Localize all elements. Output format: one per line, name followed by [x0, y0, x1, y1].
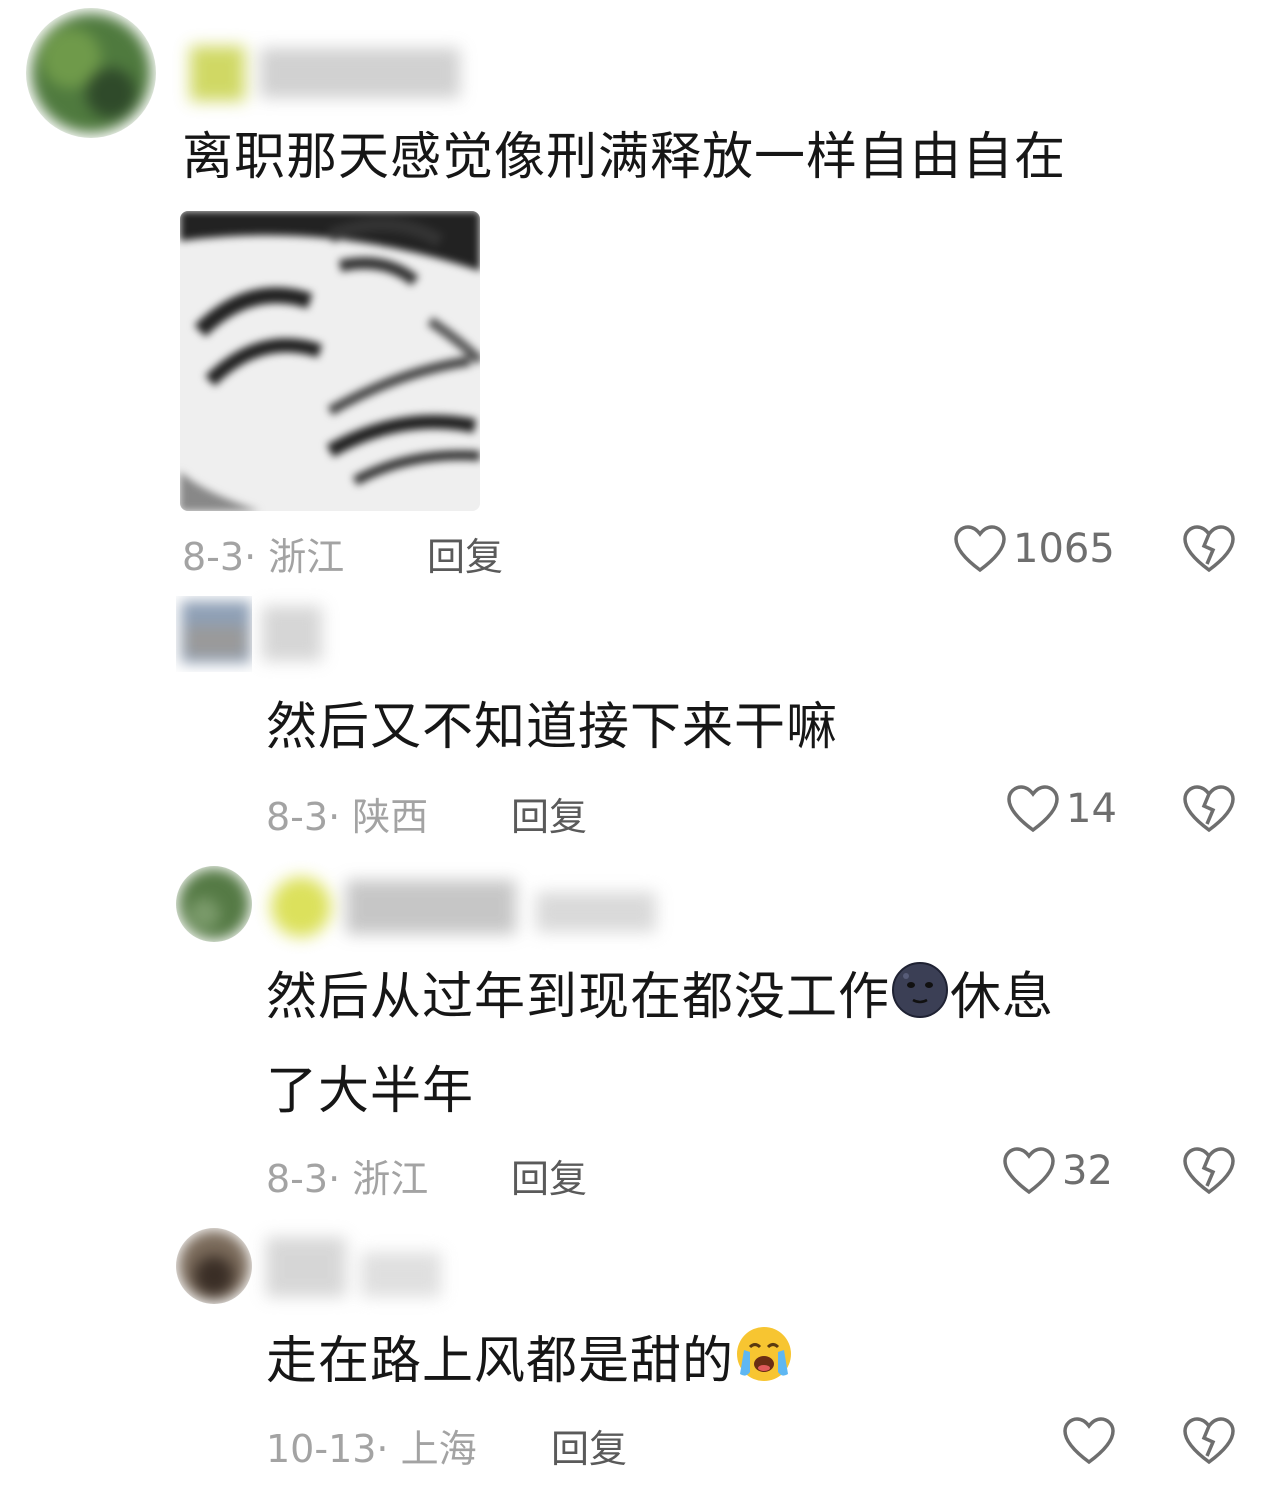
heart-icon — [1003, 1147, 1055, 1195]
comment-text: 离职那天感觉像刑满释放一样自由自在 — [182, 128, 1067, 187]
comment-text: 然后从过年到现在都没工作 休息 了大半年 — [266, 954, 1054, 1136]
comment-text: 然后又不知道接下来干嘛 — [266, 698, 839, 757]
reply-button[interactable]: 回复 — [511, 786, 587, 841]
comment-date: 8-3 — [182, 535, 245, 579]
username-blurred[interactable] — [266, 1232, 446, 1311]
username-blurred[interactable] — [266, 872, 666, 946]
comment-date: 8-3 — [266, 795, 329, 839]
broken-heart-icon — [1183, 1417, 1235, 1465]
avatar[interactable] — [176, 1228, 252, 1304]
dislike-button[interactable] — [1182, 1416, 1236, 1470]
comment-meta: 10-13· 上海 — [266, 1418, 477, 1473]
comment-location: 浙江 — [352, 1157, 429, 1201]
laughing-face-meme-sticker[interactable] — [180, 211, 480, 511]
reply-button[interactable]: 回复 — [551, 1418, 627, 1473]
reply-button[interactable]: 回复 — [427, 526, 503, 581]
like-count: 1065 — [1013, 526, 1115, 572]
comment-location: 浙江 — [268, 535, 345, 579]
broken-heart-icon — [1183, 525, 1235, 573]
meta-separator: · — [244, 535, 257, 579]
comment-location: 陕西 — [352, 795, 429, 839]
heart-icon — [1007, 785, 1059, 833]
meta-separator: · — [328, 795, 341, 839]
like-button[interactable]: 32 — [1002, 1146, 1113, 1196]
username-blurred[interactable] — [190, 38, 470, 112]
avatar[interactable] — [176, 866, 252, 942]
like-button[interactable]: 1065 — [953, 524, 1115, 574]
comment-text-line2: 了大半年 — [266, 1062, 475, 1121]
like-button[interactable] — [1062, 1416, 1122, 1466]
comment-meta: 8-3· 浙江 — [266, 1148, 428, 1203]
like-count: 32 — [1062, 1148, 1113, 1194]
dislike-button[interactable] — [1182, 1146, 1236, 1200]
comment-text-main: 走在路上风都是甜的 — [266, 1332, 735, 1391]
comment-meta: 8-3· 浙江 — [182, 526, 344, 581]
meta-separator: · — [376, 1427, 389, 1471]
avatar[interactable] — [176, 596, 252, 672]
comment-date: 10-13 — [266, 1427, 377, 1471]
heart-icon — [954, 525, 1006, 573]
comment-date: 8-3 — [266, 1157, 329, 1201]
dislike-button[interactable] — [1182, 784, 1236, 838]
comment-location: 上海 — [400, 1427, 477, 1471]
broken-heart-icon — [1183, 1147, 1235, 1195]
new-moon-face-emoji — [890, 960, 950, 1048]
broken-heart-icon — [1183, 785, 1235, 833]
meta-separator: · — [328, 1157, 341, 1201]
reply-button[interactable]: 回复 — [511, 1148, 587, 1203]
comment-text: 走在路上风都是甜的 — [266, 1318, 794, 1412]
comment-text-line1: 然后从过年到现在都没工作 — [266, 968, 891, 1027]
comment-meta: 8-3· 陕西 — [266, 786, 428, 841]
loudly-crying-face-emoji — [734, 1324, 794, 1412]
avatar[interactable] — [26, 8, 156, 138]
username-blurred[interactable] — [262, 606, 332, 670]
like-count: 14 — [1066, 786, 1117, 832]
heart-icon — [1063, 1417, 1115, 1465]
comment-text-line1-after: 休息 — [950, 968, 1055, 1027]
dislike-button[interactable] — [1182, 524, 1236, 578]
like-button[interactable]: 14 — [1006, 784, 1117, 834]
